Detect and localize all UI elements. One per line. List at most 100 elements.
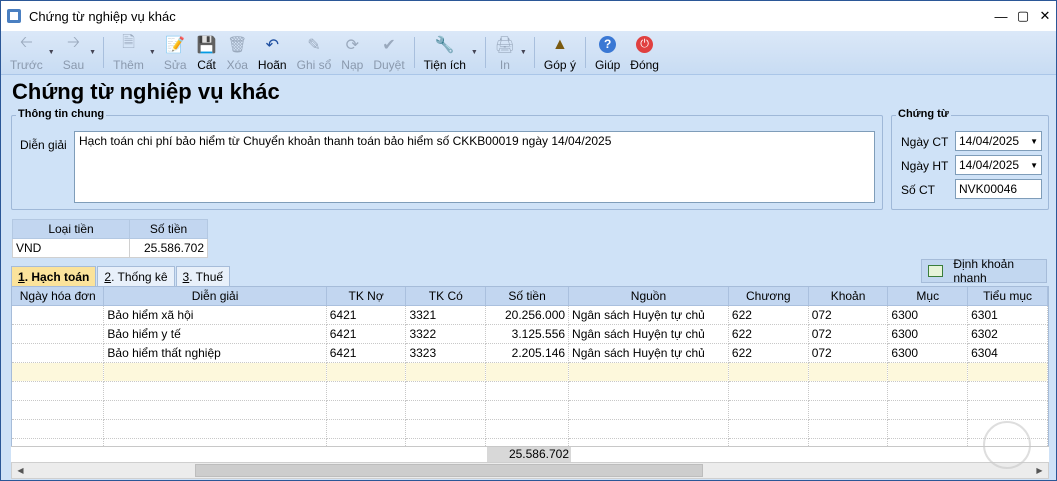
column-header[interactable]: TK Có xyxy=(405,287,487,306)
column-header[interactable]: Nguồn xyxy=(568,287,729,306)
grid-cell[interactable]: 3322 xyxy=(405,324,487,344)
grid-cell xyxy=(728,400,809,420)
grid-cell xyxy=(887,419,969,439)
feedback-button[interactable]: ▲ Góp ý xyxy=(539,31,581,75)
post-button[interactable]: ✎ Ghi sổ xyxy=(292,31,337,75)
scroll-right-icon[interactable]: ▶ xyxy=(1031,463,1048,478)
grid-cell[interactable]: 622 xyxy=(728,324,809,344)
grid-cell[interactable]: Ngân sách Huyện tự chủ xyxy=(568,305,729,325)
column-header[interactable]: TK Nợ xyxy=(326,287,407,306)
grid-cell[interactable] xyxy=(12,362,105,382)
scroll-left-icon[interactable]: ◀ xyxy=(12,463,29,478)
print-dropdown-icon[interactable]: ▼ xyxy=(520,31,528,74)
chevron-down-icon[interactable]: ▼ xyxy=(1030,137,1038,146)
column-header[interactable]: Diễn giải xyxy=(103,287,327,306)
grid-cell[interactable]: 2.205.146 xyxy=(485,343,570,363)
grid-cell[interactable] xyxy=(568,362,729,382)
new-entry-row[interactable] xyxy=(12,362,1048,382)
grid-cell[interactable] xyxy=(967,362,1048,382)
app-icon xyxy=(7,9,21,23)
grid-cell xyxy=(326,381,407,401)
back-dropdown-icon[interactable]: ▼ xyxy=(48,31,56,74)
column-header[interactable]: Tiểu mục xyxy=(967,287,1048,306)
grid-cell[interactable]: Bảo hiểm xã hội xyxy=(103,305,327,325)
grid-cell[interactable]: 3323 xyxy=(405,343,487,363)
quick-entry-icon xyxy=(928,265,944,277)
tab-tax[interactable]: 3. Thuế xyxy=(175,266,231,286)
column-header[interactable]: Mục xyxy=(887,287,969,306)
save-button[interactable]: 💾 Cất xyxy=(192,31,222,75)
table-row[interactable]: Bảo hiểm thất nghiệp 6421 3323 2.205.146… xyxy=(12,343,1048,363)
grid-cell[interactable]: 20.256.000 xyxy=(485,305,570,325)
next-button[interactable]: 🡢 Sau xyxy=(58,31,89,75)
grid-cell[interactable]: Ngân sách Huyện tự chủ xyxy=(568,343,729,363)
add-button[interactable]: 🗎 Thêm xyxy=(108,31,149,75)
scroll-thumb[interactable] xyxy=(195,464,703,477)
column-header[interactable]: Khoản xyxy=(808,287,889,306)
grid-cell[interactable] xyxy=(485,362,570,382)
next-dropdown-icon[interactable]: ▼ xyxy=(89,31,97,74)
grid-cell[interactable]: 622 xyxy=(728,305,809,325)
grid-cell[interactable]: 6421 xyxy=(326,305,407,325)
currency-amount-cell[interactable]: 25.586.702 xyxy=(129,238,208,258)
grid-cell[interactable]: 072 xyxy=(808,343,889,363)
grid-cell[interactable]: 6300 xyxy=(887,343,969,363)
voucher-no-field[interactable]: NVK00046 xyxy=(955,179,1042,199)
tab-accounting[interactable]: 1. Hạch toán xyxy=(11,266,97,286)
minimize-icon[interactable]: — xyxy=(990,5,1012,27)
grid-cell[interactable]: 6304 xyxy=(967,343,1048,363)
grid-cell[interactable]: 6421 xyxy=(326,324,407,344)
help-button[interactable]: ? Giúp xyxy=(590,31,625,75)
date-ct-field[interactable]: 14/04/2025 ▼ xyxy=(955,131,1042,151)
description-field[interactable]: Hạch toán chi phí bảo hiểm từ Chuyển kho… xyxy=(74,131,875,203)
grid-cell[interactable]: 072 xyxy=(808,324,889,344)
approve-button[interactable]: ✔ Duyệt xyxy=(368,31,409,75)
grid-cell[interactable]: 6302 xyxy=(967,324,1048,344)
reload-button[interactable]: ⟳ Nạp xyxy=(336,31,368,75)
currency-type-cell[interactable]: VND xyxy=(12,238,130,258)
grid-cell[interactable]: 6301 xyxy=(967,305,1048,325)
currency-type-header: Loại tiền xyxy=(12,219,130,239)
add-dropdown-icon[interactable]: ▼ xyxy=(149,31,157,74)
utilities-button[interactable]: 🔧 Tiện ích xyxy=(419,31,471,75)
grid-cell[interactable] xyxy=(12,305,105,325)
back-button[interactable]: 🡠 Trước xyxy=(5,31,48,75)
grid-cell[interactable]: 622 xyxy=(728,343,809,363)
grid-cell[interactable] xyxy=(887,362,969,382)
column-header[interactable]: Số tiền xyxy=(485,287,570,306)
grid-cell[interactable] xyxy=(728,362,809,382)
edit-button[interactable]: 📝 Sửa xyxy=(159,31,192,75)
grid-cell[interactable] xyxy=(326,362,407,382)
close-button[interactable]: ⏻ Đóng xyxy=(625,31,664,75)
grid-cell[interactable] xyxy=(103,362,327,382)
grid-cell[interactable]: 6421 xyxy=(326,343,407,363)
grid-cell[interactable] xyxy=(405,362,487,382)
window-title: Chứng từ nghiệp vụ khác xyxy=(29,8,176,24)
maximize-icon[interactable]: ▢ xyxy=(1012,5,1034,27)
chevron-down-icon[interactable]: ▼ xyxy=(1030,161,1038,170)
undo-button[interactable]: ↶ Hoãn xyxy=(253,31,292,75)
grid-cell[interactable]: Ngân sách Huyện tự chủ xyxy=(568,324,729,344)
grid-cell[interactable]: 3321 xyxy=(405,305,487,325)
grid-cell[interactable]: Bảo hiểm thất nghiệp xyxy=(103,343,327,363)
column-header[interactable]: Chương xyxy=(728,287,809,306)
date-ht-field[interactable]: 14/04/2025 ▼ xyxy=(955,155,1042,175)
grid-cell[interactable]: 6300 xyxy=(887,324,969,344)
grid-cell[interactable]: Bảo hiểm y tế xyxy=(103,324,327,344)
close-window-icon[interactable]: ✕ xyxy=(1034,5,1056,27)
grid-cell[interactable]: 6300 xyxy=(887,305,969,325)
grid-cell[interactable]: 3.125.556 xyxy=(485,324,570,344)
grid-cell[interactable] xyxy=(12,343,105,363)
column-header[interactable]: Ngày hóa đơn xyxy=(12,287,105,306)
grid-cell[interactable]: 072 xyxy=(808,305,889,325)
grid-cell[interactable] xyxy=(808,362,889,382)
quick-entry-button[interactable]: Định khoản nhanh xyxy=(921,257,1047,285)
print-button[interactable]: 🖨 In xyxy=(490,31,520,75)
tab-statistics[interactable]: 2. Thống kê xyxy=(97,266,175,286)
horizontal-scrollbar[interactable]: ◀ ▶ xyxy=(11,462,1049,479)
table-row[interactable]: Bảo hiểm xã hội 6421 3321 20.256.000 Ngâ… xyxy=(12,305,1048,325)
table-row[interactable]: Bảo hiểm y tế 6421 3322 3.125.556 Ngân s… xyxy=(12,324,1048,344)
grid-cell[interactable] xyxy=(12,324,105,344)
delete-button[interactable]: 🗑 Xóa xyxy=(222,31,253,75)
utilities-dropdown-icon[interactable]: ▼ xyxy=(471,31,479,74)
